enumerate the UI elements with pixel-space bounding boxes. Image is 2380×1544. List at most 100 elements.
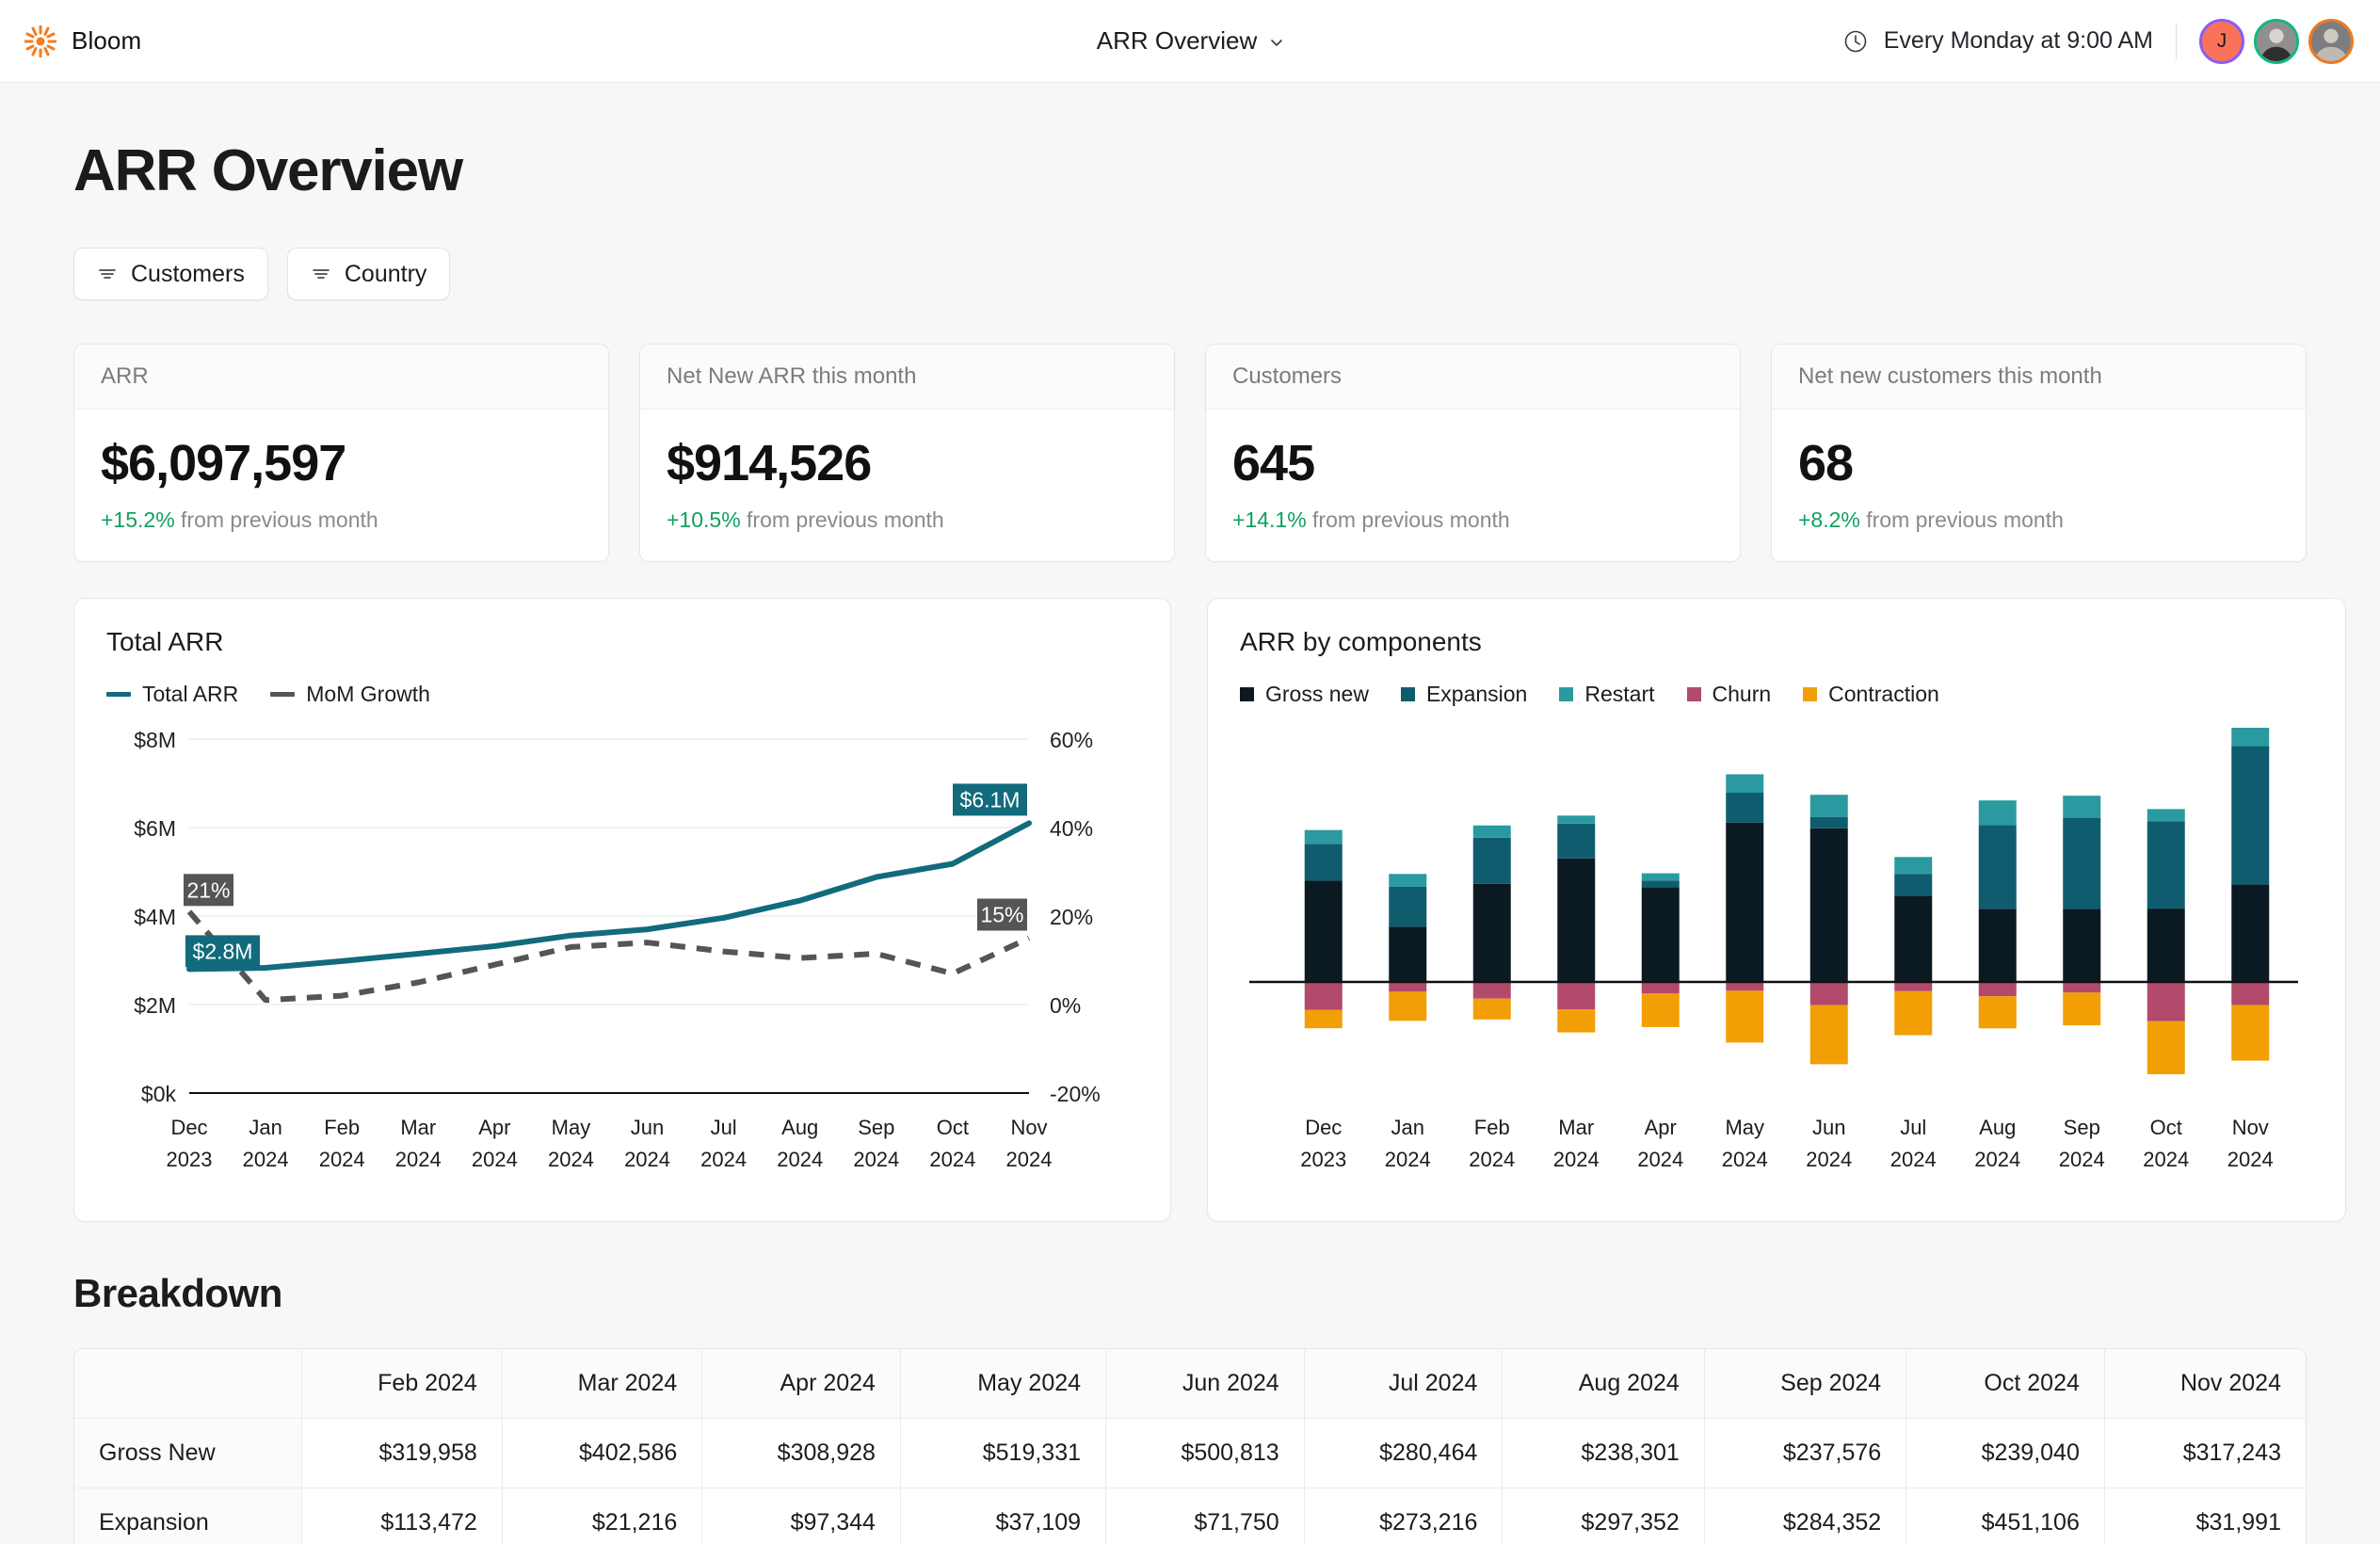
- avatar-group: J: [2199, 18, 2354, 64]
- x-axis-tick: Oct: [2150, 1116, 2182, 1139]
- table-column-header: Jul 2024: [1304, 1349, 1504, 1419]
- legend-item-expansion[interactable]: Expansion: [1400, 682, 1527, 707]
- bar-segment: [1472, 837, 1511, 884]
- y-axis-tick-left: $6M: [134, 816, 176, 841]
- kpi-value: $914,526: [667, 435, 872, 491]
- chevron-down-icon[interactable]: [1268, 34, 1283, 49]
- bar-segment: [1641, 873, 1680, 881]
- x-axis-tick: May: [1725, 1116, 1764, 1139]
- table-row: Gross New $319,958 $402,586 $308,928 $519,33…: [74, 1419, 2306, 1488]
- bar-segment: [2231, 746, 2270, 885]
- bar-segment: [1304, 982, 1343, 1010]
- bar-segment: [2147, 909, 2185, 982]
- x-axis-tick: Jun: [1812, 1116, 1845, 1139]
- bar-segment: [2231, 728, 2270, 747]
- kpi-delta-pct: +8.2%: [1798, 507, 1860, 532]
- legend-item-restart[interactable]: Restart: [1559, 682, 1655, 707]
- x-axis-tick: 2024: [1722, 1148, 1768, 1171]
- y-axis-tick-left: $8M: [134, 728, 176, 752]
- legend-item-mom-growth[interactable]: MoM Growth: [270, 682, 430, 707]
- table-cell: $280,464: [1304, 1419, 1504, 1488]
- table-corner-header: [74, 1349, 303, 1419]
- table-cell: $319,958: [302, 1419, 503, 1488]
- filter-country-button[interactable]: Country: [286, 248, 451, 300]
- y-axis-tick-right: 40%: [1050, 816, 1093, 841]
- legend-label: Churn: [1712, 682, 1772, 706]
- x-axis-tick: Jan: [249, 1116, 281, 1139]
- bar-segment: [1304, 844, 1343, 881]
- bar-segment: [2147, 809, 2185, 822]
- chart-title: ARR by components: [1240, 627, 1482, 656]
- table-cell: $297,352: [1503, 1488, 1705, 1544]
- chart-annotation: $6.1M: [953, 783, 1027, 816]
- y-axis-tick-right: 60%: [1050, 728, 1093, 752]
- table-column-header: Oct 2024: [1906, 1349, 2105, 1419]
- kpi-label: Customers: [1206, 345, 1740, 410]
- legend-item-total-arr[interactable]: Total ARR: [106, 682, 238, 707]
- bar-segment: [1472, 982, 1511, 999]
- table-column-header: Aug 2024: [1503, 1349, 1705, 1419]
- kpi-value: $6,097,597: [101, 435, 346, 491]
- bar-segment: [1641, 887, 1680, 982]
- brand[interactable]: Bloom: [24, 24, 141, 57]
- kpi-card-net-new-arr: Net New ARR this month $914,526 +10.5% f…: [639, 344, 1175, 562]
- table-cell: $113,472: [302, 1488, 503, 1544]
- table-column-header: Apr 2024: [702, 1349, 901, 1419]
- x-axis-tick: 2024: [1974, 1148, 2020, 1171]
- breakdown-table: Feb 2024 Mar 2024 Apr 2024 May 2024 Jun 2024…: [73, 1348, 2307, 1544]
- bar-segment: [1304, 880, 1343, 982]
- x-axis-tick: 2024: [319, 1148, 365, 1171]
- avatar[interactable]: [2308, 18, 2354, 64]
- table-cell: $239,040: [1906, 1419, 2105, 1488]
- legend-item-churn[interactable]: Churn: [1686, 682, 1772, 707]
- bar-segment: [1809, 1005, 1848, 1065]
- kpi-card-arr: ARR $6,097,597 +15.2% from previous mont…: [73, 344, 609, 562]
- clock-icon: [1842, 28, 1869, 55]
- bar-segment: [1809, 816, 1848, 828]
- filter-customers-button[interactable]: Customers: [73, 248, 268, 300]
- table-column-header: Nov 2024: [2104, 1349, 2306, 1419]
- table-cell: $37,109: [901, 1488, 1107, 1544]
- x-axis-tick: Feb: [1474, 1116, 1510, 1139]
- legend-item-contraction[interactable]: Contraction: [1803, 682, 1939, 707]
- schedule-control[interactable]: Every Monday at 9:00 AM: [1842, 27, 2153, 55]
- bar-segment: [2147, 1021, 2185, 1074]
- x-axis-tick: Aug: [1979, 1116, 2016, 1139]
- x-axis-tick: Jul: [711, 1116, 737, 1139]
- x-axis-tick: Mar: [1558, 1116, 1594, 1139]
- kpi-label: Net New ARR this month: [640, 345, 1174, 410]
- avatar-photo: [2257, 21, 2296, 61]
- total-arr-line-chart: $0k $2M $4M $6M $8M -20% 0% 20% 40% 60% 21% $2.8M $6…: [134, 728, 1100, 1171]
- bar-segment: [1809, 982, 1848, 1005]
- bar-segment: [2063, 909, 2101, 982]
- x-axis-tick: Mar: [400, 1116, 436, 1139]
- table-cell: $238,301: [1503, 1419, 1705, 1488]
- topbar-right: Every Monday at 9:00 AM J: [1842, 18, 2354, 64]
- x-axis-tick: Apr: [1645, 1116, 1677, 1139]
- bar-segment: [1726, 792, 1764, 823]
- kpi-delta-suffix: from previous month: [747, 507, 944, 532]
- legend-swatch: [1400, 687, 1415, 701]
- legend-item-gross-new[interactable]: Gross new: [1240, 682, 1369, 707]
- avatar[interactable]: [2254, 18, 2299, 64]
- annotation-label: 15%: [980, 903, 1023, 927]
- bar-segment: [1557, 982, 1596, 1010]
- table-column-header: Mar 2024: [502, 1349, 703, 1419]
- legend-swatch: [1240, 687, 1254, 701]
- filter-icon: [97, 264, 118, 284]
- bar-segment: [2147, 982, 2185, 1021]
- annotation-label: 21%: [186, 877, 230, 902]
- bar-segment: [2231, 884, 2270, 982]
- x-axis-tick: 2024: [2059, 1148, 2105, 1171]
- table-cell: $237,576: [1704, 1419, 1907, 1488]
- kpi-delta-pct: +10.5%: [667, 507, 741, 532]
- bar-segment: [1894, 857, 1933, 875]
- bar-segment: [1389, 874, 1427, 887]
- filter-customers-label: Customers: [131, 260, 245, 287]
- y-axis-tick-right: 0%: [1050, 993, 1081, 1018]
- bar-segment: [2231, 1005, 2270, 1061]
- avatar[interactable]: J: [2199, 18, 2244, 64]
- y-axis-tick-left: $0k: [141, 1082, 177, 1106]
- sunburst-icon: [24, 24, 56, 57]
- bar-segment: [1389, 982, 1427, 992]
